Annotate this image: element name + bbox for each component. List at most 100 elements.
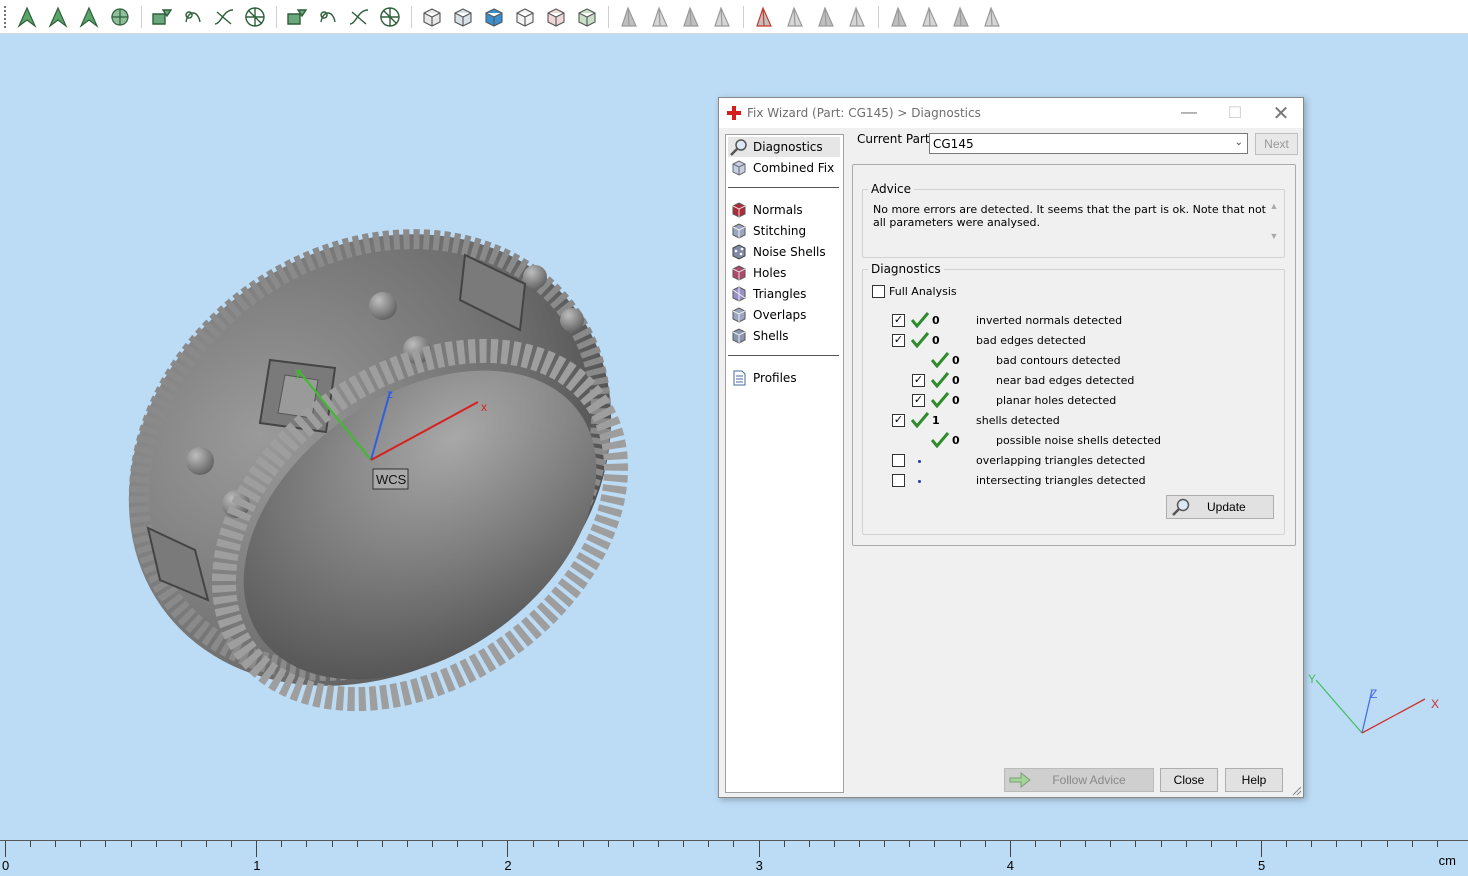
nav-item-stitching[interactable]: Stitching [728, 221, 840, 241]
nav-item-triangles[interactable]: Triangles [728, 284, 840, 304]
update-label: Update [1207, 500, 1246, 514]
full-analysis-checkbox[interactable] [872, 285, 885, 298]
ruler-tick [582, 841, 584, 847]
next-button[interactable]: Next [1255, 133, 1298, 155]
maximize-button[interactable]: ☐ [1212, 98, 1258, 128]
mark-shells-icon[interactable] [285, 5, 309, 29]
view-front-icon[interactable] [420, 5, 444, 29]
measure-distance-icon[interactable] [949, 5, 973, 29]
toolbar-separator [878, 5, 879, 28]
diagnostics-group: Diagnostics Full Analysis ✓ 0 inverted n… [862, 262, 1285, 535]
planar-holes-checkbox[interactable]: ✓ [912, 394, 925, 407]
mini-y-label: Y [1308, 672, 1316, 686]
nav-item-normals[interactable]: Normals [728, 200, 840, 220]
wcs-z-label: z [387, 387, 393, 401]
diagnostics-legend: Diagnostics [871, 262, 941, 276]
mini-y-axis [1315, 679, 1363, 734]
pending-dot-icon [918, 480, 921, 483]
toolbar-grip[interactable] [4, 5, 7, 28]
view-bottom-icon[interactable] [513, 5, 537, 29]
triangle-outline-icon[interactable] [845, 5, 869, 29]
ruler: cm 0 1 2 3 4 5 [0, 840, 1468, 876]
mark-surface-icon[interactable] [181, 5, 205, 29]
select-arrow-icon[interactable] [15, 5, 39, 29]
ruler-tick [532, 841, 534, 847]
mark-plane-icon[interactable] [150, 5, 174, 29]
triangle-edit-icon[interactable] [679, 5, 703, 29]
ruler-label: 4 [1006, 858, 1015, 873]
measure-angle-icon[interactable] [918, 5, 942, 29]
nav-label-combined-fix: Combined Fix [753, 161, 835, 175]
nav-item-noise-shells[interactable]: Noise Shells [728, 242, 840, 262]
minimize-button[interactable]: — [1166, 98, 1212, 128]
full-analysis-label: Full Analysis [889, 285, 957, 298]
select-edge-icon[interactable] [77, 5, 101, 29]
triangle-tool-icon[interactable] [617, 5, 641, 29]
delete-triangle-icon[interactable] [752, 5, 776, 29]
wcs-x-label: x [481, 400, 487, 414]
nav-item-combined-fix[interactable]: Combined Fix [728, 158, 840, 178]
triangle-split-icon[interactable] [648, 5, 672, 29]
select-shell-icon[interactable] [108, 5, 132, 29]
view-back-icon[interactable] [451, 5, 475, 29]
triangle-copy-icon[interactable] [814, 5, 838, 29]
ruler-tick [507, 841, 509, 857]
near-bad-edges-checkbox[interactable]: ✓ [912, 374, 925, 387]
ruler-tick [984, 841, 986, 847]
mark-triangle-icon[interactable] [243, 5, 267, 29]
close-window-button[interactable]: ✕ [1258, 98, 1304, 128]
dialog-titlebar[interactable]: Fix Wizard (Part: CG145) > Diagnostics —… [719, 98, 1303, 128]
dialog-title: Fix Wizard (Part: CG145) > Diagnostics [747, 106, 981, 120]
close-button[interactable]: Close [1160, 768, 1218, 792]
shells-checkbox[interactable]: ✓ [892, 414, 905, 427]
mark-cross-icon[interactable] [378, 5, 402, 29]
bad-edges-checkbox[interactable]: ✓ [892, 334, 905, 347]
intersecting-triangles-checkbox[interactable] [892, 474, 905, 487]
ruler-tick [105, 841, 107, 847]
mark-noise-icon[interactable] [316, 5, 340, 29]
mark-curve-icon[interactable] [212, 5, 236, 29]
follow-advice-label: Follow Advice [1052, 773, 1126, 787]
inverted-normals-checkbox[interactable]: ✓ [892, 314, 905, 327]
view-right-icon[interactable] [575, 5, 599, 29]
ruler-tick [180, 841, 182, 847]
update-button[interactable]: Update [1166, 495, 1274, 519]
view-top-icon[interactable] [482, 5, 506, 29]
ruler-tick [1210, 841, 1212, 847]
row-count: 0 [952, 354, 960, 367]
select-surface-icon[interactable] [46, 5, 70, 29]
mark-wave-icon[interactable] [347, 5, 371, 29]
measure-area-icon[interactable] [980, 5, 1004, 29]
nav-item-shells[interactable]: Shells [728, 326, 840, 346]
measure-icon[interactable] [887, 5, 911, 29]
resize-grip-icon[interactable] [1292, 786, 1302, 796]
advice-scrollbar[interactable]: ▲ ▼ [1267, 201, 1281, 251]
ruler-tick [1411, 841, 1413, 847]
wcs-y-label: y [295, 365, 301, 379]
nav-label-normals: Normals [753, 203, 803, 217]
ruler-tick [833, 841, 835, 847]
current-part-select[interactable]: CG145 ⌄ [929, 133, 1248, 154]
nav-item-diagnostics[interactable]: Diagnostics [728, 137, 840, 157]
nav-item-holes[interactable]: Holes [728, 263, 840, 283]
ruler-tick [683, 841, 685, 847]
help-button[interactable]: Help [1225, 768, 1283, 792]
ruler-tick [1034, 841, 1036, 847]
fix-wizard-dialog: Fix Wizard (Part: CG145) > Diagnostics —… [718, 97, 1304, 798]
view-left-icon[interactable] [544, 5, 568, 29]
ruler-label: 5 [1258, 858, 1266, 873]
nav-label-triangles: Triangles [753, 287, 807, 301]
row-count: 0 [932, 314, 940, 327]
bead [369, 292, 397, 320]
row-label: intersecting triangles detected [976, 474, 1146, 487]
overlapping-triangles-checkbox[interactable] [892, 454, 905, 467]
triangle-fill-icon[interactable] [783, 5, 807, 29]
nav-item-profiles[interactable]: Profiles [728, 368, 840, 388]
mini-x-axis [1361, 698, 1426, 734]
follow-advice-button[interactable]: Follow Advice [1004, 768, 1154, 792]
triangle-color-icon[interactable] [710, 5, 734, 29]
nav-item-overlaps[interactable]: Overlaps [728, 305, 840, 325]
ruler-tick [155, 841, 157, 847]
toolbar-separator [411, 5, 412, 28]
ruler-tick [557, 841, 559, 847]
